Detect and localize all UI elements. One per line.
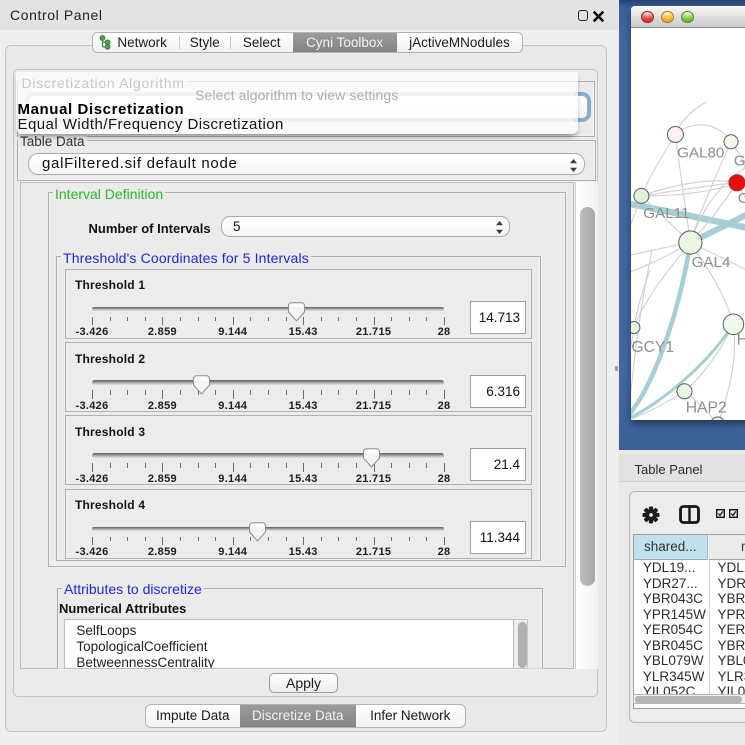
svg-text:GCY1: GCY1 bbox=[631, 339, 674, 356]
svg-text:HAP2: HAP2 bbox=[686, 399, 727, 416]
svg-text:C...: C... bbox=[738, 189, 745, 206]
svg-text:G...: G... bbox=[734, 152, 745, 169]
svg-text:GAL4: GAL4 bbox=[692, 254, 731, 271]
svg-text:H...: H... bbox=[737, 331, 745, 348]
svg-text:GAL11: GAL11 bbox=[643, 205, 689, 222]
svg-text:GAL80: GAL80 bbox=[677, 144, 724, 161]
